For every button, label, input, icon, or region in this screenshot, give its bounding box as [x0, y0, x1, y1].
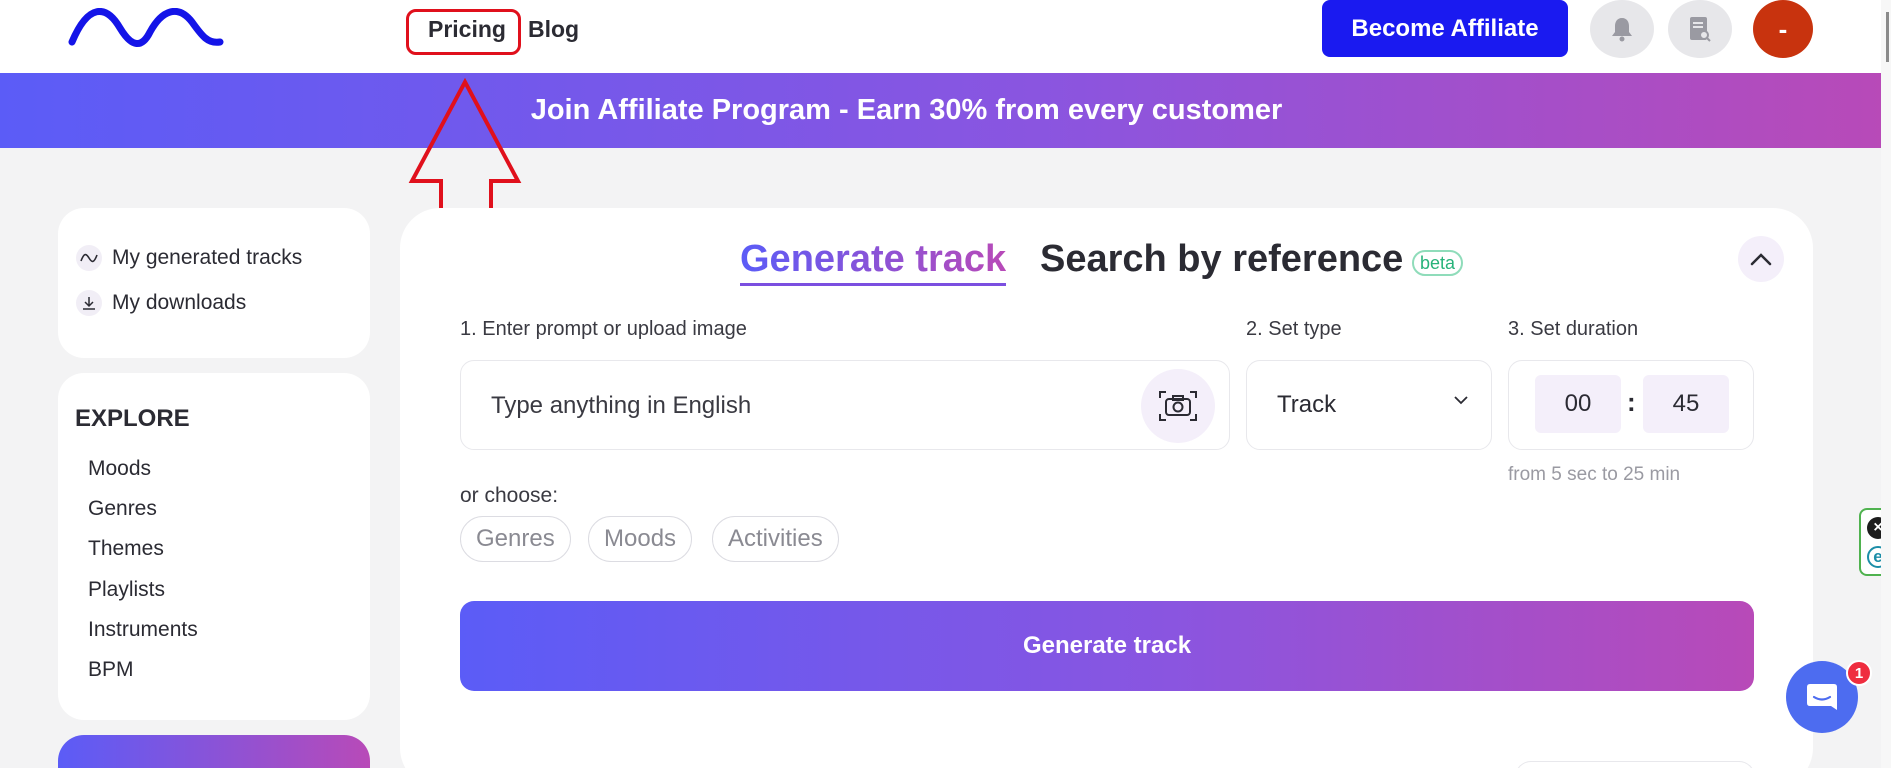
duration-minutes-field[interactable]: 00	[1535, 375, 1621, 433]
explore-item-playlists[interactable]: Playlists	[88, 578, 165, 602]
explore-item-genres[interactable]: Genres	[88, 497, 157, 521]
chat-icon	[1807, 684, 1837, 710]
bell-icon	[1612, 18, 1632, 42]
type-select-value: Track	[1277, 391, 1337, 418]
collapse-panel-button[interactable]	[1738, 236, 1784, 282]
chat-unread-badge: 1	[1846, 660, 1872, 686]
sidebar-item-my-generated-tracks[interactable]: My generated tracks	[76, 245, 302, 271]
duration-hint: from 5 sec to 25 min	[1508, 464, 1681, 485]
become-affiliate-button[interactable]: Become Affiliate	[1322, 0, 1568, 57]
scrollbar-thumb[interactable]	[1886, 12, 1889, 62]
explore-item-bpm[interactable]: BPM	[88, 658, 134, 682]
explore-item-moods[interactable]: Moods	[88, 457, 151, 481]
generate-track-button[interactable]: Generate track	[460, 601, 1754, 691]
tab-generate-track[interactable]: Generate track	[740, 238, 1007, 286]
report-search-icon	[1690, 17, 1711, 42]
library-card: My generated tracks My downloads	[58, 208, 370, 358]
pricing-highlight-annotation	[406, 9, 521, 55]
duration-step-label: 3. Set duration	[1508, 318, 1639, 340]
wave-icon	[76, 245, 102, 271]
duration-seconds-field[interactable]: 45	[1643, 375, 1729, 433]
type-step-label: 2. Set type	[1246, 318, 1342, 340]
chip-genres[interactable]: Genres	[460, 516, 571, 562]
affiliate-banner[interactable]: Join Affiliate Program - Earn 30% from e…	[0, 73, 1888, 148]
sidebar-promo-card[interactable]	[58, 735, 370, 768]
upload-image-button[interactable]	[1141, 369, 1215, 443]
duration-separator: :	[1627, 387, 1636, 417]
wave-logo-icon[interactable]	[68, 8, 228, 50]
user-avatar[interactable]: -	[1753, 0, 1813, 58]
chevron-up-icon	[1750, 253, 1772, 266]
reports-button[interactable]	[1668, 0, 1732, 58]
explore-item-instruments[interactable]: Instruments	[88, 618, 198, 642]
chevron-down-icon	[1454, 396, 1468, 405]
sidebar-item-label: My generated tracks	[112, 246, 303, 269]
type-select[interactable]: Track	[1246, 360, 1492, 450]
page-scrollbar[interactable]	[1881, 0, 1891, 768]
generator-panel: Generate track Search by reference beta …	[400, 208, 1813, 768]
chip-activities[interactable]: Activities	[712, 516, 839, 562]
prompt-field-container	[460, 360, 1230, 450]
prompt-step-label: 1. Enter prompt or upload image	[460, 318, 747, 340]
tab-search-by-reference[interactable]: Search by reference	[1040, 238, 1403, 281]
explore-item-themes[interactable]: Themes	[88, 537, 164, 561]
notifications-button[interactable]	[1590, 0, 1654, 58]
explore-heading: EXPLORE	[75, 405, 190, 432]
choose-label: or choose:	[460, 484, 559, 507]
beta-badge: beta	[1412, 250, 1464, 276]
results-card-edge	[1515, 761, 1755, 768]
download-icon	[76, 290, 102, 316]
camera-icon	[1159, 391, 1197, 421]
chip-moods[interactable]: Moods	[588, 516, 693, 562]
sidebar-item-label: My downloads	[112, 291, 247, 314]
duration-picker: 00 : 45	[1508, 360, 1754, 450]
prompt-input[interactable]	[491, 389, 1111, 423]
affiliate-banner-text: Join Affiliate Program - Earn 30% from e…	[530, 94, 1283, 126]
sidebar-item-my-downloads[interactable]: My downloads	[76, 290, 246, 316]
explore-card: EXPLORE Moods Genres Themes Playlists In…	[58, 373, 370, 720]
top-navigation-bar: Pricing Blog Become Affiliate -	[0, 0, 1891, 73]
nav-link-blog[interactable]: Blog	[528, 16, 579, 43]
